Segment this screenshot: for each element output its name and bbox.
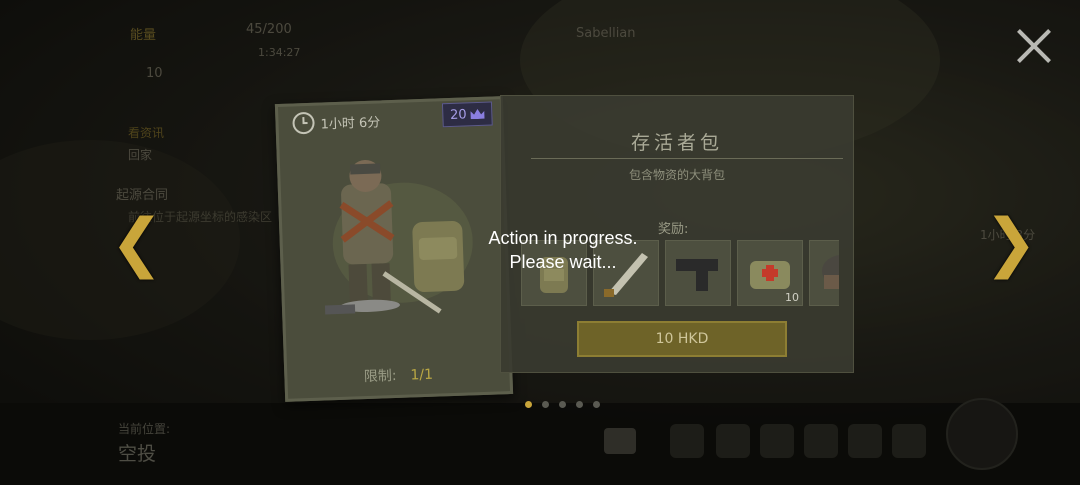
progress-line-2: Please wait... xyxy=(509,252,617,272)
offer-timer-text: 1小时 6分 xyxy=(320,114,381,132)
crown-icon xyxy=(470,109,484,119)
page-dot[interactable] xyxy=(525,401,532,408)
limit-value: 1/1 xyxy=(410,366,434,384)
pistol-icon xyxy=(676,259,718,291)
close-icon[interactable] xyxy=(1014,26,1054,66)
limit-label: 限制: xyxy=(363,367,397,386)
reward-count: 10 xyxy=(785,291,799,304)
chevron-right-icon[interactable]: ❯ xyxy=(984,211,1038,275)
page-dot[interactable] xyxy=(593,401,600,408)
gem-badge: 20 xyxy=(441,101,493,128)
offer-timer: 1小时 6分 xyxy=(292,109,381,135)
pagination-dots xyxy=(525,401,600,408)
chevron-left-icon[interactable]: ❮ xyxy=(110,211,164,275)
clock-icon xyxy=(292,111,315,135)
gem-count: 20 xyxy=(449,106,467,123)
progress-message: Action in progress. Please wait... xyxy=(470,226,656,274)
buy-button[interactable]: 10 HKD xyxy=(577,321,787,357)
rewards-label: 奖励: xyxy=(658,222,689,237)
progress-line-1: Action in progress. xyxy=(488,228,638,248)
page-dot[interactable] xyxy=(542,401,549,408)
reward-pistol[interactable] xyxy=(665,240,731,306)
reward-medkit[interactable]: 10 xyxy=(737,240,803,306)
survivor-illustration xyxy=(324,159,473,315)
page-dot[interactable] xyxy=(576,401,583,408)
page-dot[interactable] xyxy=(559,401,566,408)
purchase-limit: 限制: 1/1 xyxy=(287,361,510,389)
helmet-icon xyxy=(822,255,839,289)
offer-title: 存活者包 xyxy=(630,132,723,154)
title-divider xyxy=(531,158,843,159)
offer-subtitle: 包含物资的大背包 xyxy=(628,168,725,182)
reward-helmet[interactable] xyxy=(809,240,839,306)
